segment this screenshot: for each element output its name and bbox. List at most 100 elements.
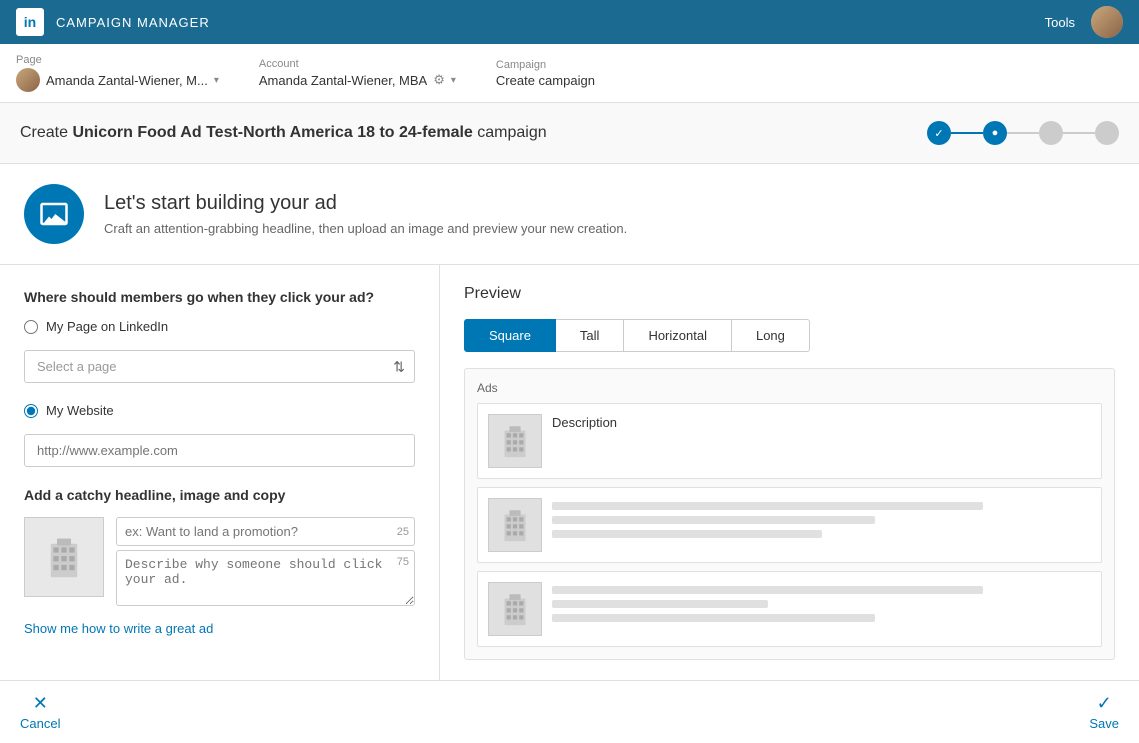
- campaign-value: Create campaign: [496, 73, 595, 88]
- placeholder-lines-2: [552, 502, 1091, 538]
- placeholder-lines-3: [552, 586, 1091, 622]
- description-textarea[interactable]: [116, 550, 415, 606]
- tab-horizontal[interactable]: Horizontal: [624, 319, 732, 352]
- page-select-wrapper: Select a page ⇅: [24, 350, 415, 383]
- image-headline-row: 25 75: [24, 517, 415, 609]
- step-line-2: [1007, 132, 1039, 134]
- placeholder-line-2-1: [552, 502, 983, 510]
- headline-inputs: 25 75: [116, 517, 415, 609]
- ad-building-icon-3: [501, 591, 529, 627]
- gear-icon[interactable]: ⚙: [433, 72, 445, 88]
- destination-section-title: Where should members go when they click …: [24, 289, 415, 305]
- save-button[interactable]: ✓ Save: [1089, 693, 1119, 731]
- ad-card-3: [477, 571, 1102, 647]
- ad-preview-container: Ads: [464, 368, 1115, 660]
- breadcrumb-bar: Page Amanda Zantal-Wiener, M... ▾ Accoun…: [0, 44, 1139, 103]
- linkedin-page-option[interactable]: My Page on LinkedIn: [24, 319, 415, 334]
- ad-thumb-3: [488, 582, 542, 636]
- image-icon: [39, 199, 69, 229]
- placeholder-line-2-3: [552, 530, 822, 538]
- left-panel: Where should members go when they click …: [0, 265, 440, 680]
- my-website-label: My Website: [46, 403, 114, 418]
- tab-square[interactable]: Square: [464, 319, 556, 352]
- ad-building-icon-2: [501, 507, 529, 543]
- ad-content-2: [552, 498, 1091, 538]
- ad-content-1: Description: [552, 414, 1091, 430]
- ad-thumb-2: [488, 498, 542, 552]
- headline-char-count: 25: [397, 526, 409, 538]
- ad-builder-title: Let's start building your ad: [104, 192, 627, 215]
- campaign-bold: Unicorn Food Ad Test-North America 18 to…: [72, 124, 472, 141]
- website-url-input[interactable]: [24, 434, 415, 467]
- ad-card-1: Description: [477, 403, 1102, 479]
- campaign-title: Create Unicorn Food Ad Test-North Americ…: [20, 124, 547, 142]
- page-chevron-icon: ▾: [214, 75, 219, 86]
- ad-placeholder-image: [24, 517, 104, 597]
- account-value: Amanda Zantal-Wiener, MBA: [259, 73, 427, 88]
- breadcrumb-page: Page Amanda Zantal-Wiener, M... ▾: [16, 54, 219, 92]
- step-3: [1039, 121, 1063, 145]
- cancel-label: Cancel: [20, 716, 60, 731]
- headline-input[interactable]: [116, 517, 415, 546]
- breadcrumb-campaign: Campaign Create campaign: [496, 59, 595, 88]
- preview-tabs: Square Tall Horizontal Long: [464, 319, 1115, 352]
- page-avatar: [16, 68, 40, 92]
- linkedin-page-label: My Page on LinkedIn: [46, 319, 168, 334]
- ad-building-icon-1: [501, 423, 529, 459]
- cancel-button[interactable]: ✕ Cancel: [20, 693, 60, 731]
- destination-options: My Page on LinkedIn: [24, 319, 415, 334]
- website-option-group: My Website: [24, 403, 415, 418]
- app-title: CAMPAIGN MANAGER: [56, 15, 210, 30]
- placeholder-line-2-2: [552, 516, 875, 524]
- campaign-label: Campaign: [496, 59, 595, 71]
- building-icon: [46, 535, 82, 579]
- breadcrumb-account: Account Amanda Zantal-Wiener, MBA ⚙ ▾: [259, 58, 456, 88]
- avatar-image: [1091, 6, 1123, 38]
- main-content: Where should members go when they click …: [0, 265, 1139, 680]
- my-website-option[interactable]: My Website: [24, 403, 415, 418]
- campaign-header: Create Unicorn Food Ad Test-North Americ…: [0, 103, 1139, 164]
- page-select[interactable]: Select a page: [24, 350, 415, 383]
- step-line-3: [1063, 132, 1095, 134]
- right-panel: Preview Square Tall Horizontal Long Ads: [440, 265, 1139, 680]
- copy-section-title: Add a catchy headline, image and copy: [24, 487, 415, 503]
- ad-builder-header: Let's start building your ad Craft an at…: [0, 164, 1139, 265]
- ad-builder-icon: [24, 184, 84, 244]
- progress-steps: ✓ ●: [927, 121, 1119, 145]
- tab-tall[interactable]: Tall: [556, 319, 625, 352]
- step-2: ●: [983, 121, 1007, 145]
- my-website-radio[interactable]: [24, 404, 38, 418]
- ad-content-3: [552, 582, 1091, 622]
- ad-description-1: Description: [552, 415, 617, 430]
- step-line-1: [951, 132, 983, 134]
- ads-label: Ads: [477, 381, 1102, 395]
- preview-title: Preview: [464, 285, 1115, 303]
- ad-builder-subtitle: Craft an attention-grabbing headline, th…: [104, 221, 627, 236]
- cancel-icon: ✕: [33, 693, 48, 714]
- bottom-bar: ✕ Cancel ✓ Save: [0, 680, 1139, 743]
- campaign-suffix: campaign: [473, 124, 547, 141]
- save-icon: ✓: [1097, 693, 1112, 714]
- help-link[interactable]: Show me how to write a great ad: [24, 621, 213, 636]
- avatar[interactable]: [1091, 6, 1123, 38]
- desc-wrapper: 75: [116, 550, 415, 609]
- desc-char-count: 75: [397, 556, 409, 568]
- linkedin-page-radio[interactable]: [24, 320, 38, 334]
- headline-input-wrapper: 25: [116, 517, 415, 546]
- placeholder-line-3-2: [552, 600, 768, 608]
- step-4: [1095, 121, 1119, 145]
- tab-long[interactable]: Long: [732, 319, 810, 352]
- ad-thumb-1: [488, 414, 542, 468]
- tools-link[interactable]: Tools: [1045, 15, 1075, 30]
- placeholder-line-3-1: [552, 586, 983, 594]
- linkedin-logo: in: [16, 8, 44, 36]
- page-label: Page: [16, 54, 219, 66]
- account-label: Account: [259, 58, 456, 70]
- account-chevron-icon: ▾: [451, 75, 456, 86]
- ad-card-2: [477, 487, 1102, 563]
- step-1: ✓: [927, 121, 951, 145]
- placeholder-line-3-3: [552, 614, 875, 622]
- campaign-prefix: Create: [20, 124, 72, 141]
- page-value: Amanda Zantal-Wiener, M...: [46, 73, 208, 88]
- save-label: Save: [1089, 716, 1119, 731]
